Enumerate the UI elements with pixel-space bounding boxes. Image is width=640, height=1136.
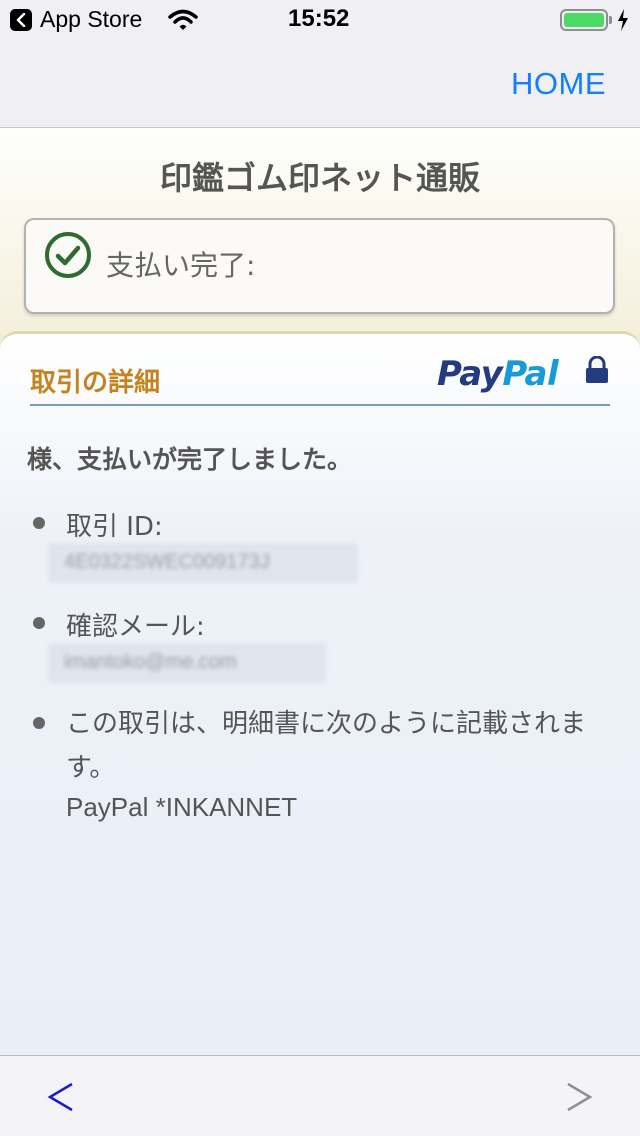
bullet-icon [33, 617, 45, 629]
back-app-label[interactable]: App Store [40, 6, 142, 33]
payment-status-text: 支払い完了: [106, 249, 256, 282]
forward-arrow-icon[interactable] [564, 1080, 594, 1118]
nav-bar: HOME [0, 40, 640, 128]
statement-descriptor: PayPal *INKANNET [66, 792, 298, 822]
back-arrow-icon[interactable] [46, 1080, 76, 1118]
content-area: 印鑑ゴム印ネット通販 支払い完了: 取引の詳細 PayPal 様、支払いが完了し… [0, 129, 640, 1055]
back-app-icon[interactable] [10, 9, 32, 31]
bottom-toolbar [0, 1055, 640, 1136]
transaction-details-panel: 取引の詳細 PayPal 様、支払いが完了しました。 取引 ID: 4E0322… [0, 331, 640, 1055]
details-heading: 取引の詳細 [30, 368, 161, 398]
wifi-icon [168, 9, 198, 35]
merchant-title: 印鑑ゴム印ネット通販 [159, 159, 480, 197]
clock: 15:52 [288, 5, 350, 32]
bullet-icon [33, 517, 45, 529]
check-circle-icon [44, 231, 92, 283]
transaction-id-label: 取引 ID: [66, 512, 163, 542]
bullet-icon [33, 717, 45, 729]
transaction-id-value: 4E0322SWEC009173J [48, 543, 358, 583]
heading-divider [30, 404, 610, 406]
email-label: 確認メール: [66, 612, 205, 642]
statement-note: この取引は、明細書に次のように記載されます。 [66, 709, 587, 783]
paypal-logo: PayPal [437, 354, 559, 394]
status-bar: App Store 15:52 [0, 0, 640, 40]
paypal-logo-pal: Pal [502, 354, 559, 394]
home-button[interactable]: HOME [511, 66, 606, 102]
completion-message: 様、支払いが完了しました。 [27, 445, 353, 474]
battery-icon [560, 9, 612, 31]
lock-icon [584, 355, 610, 388]
paypal-logo-pay: Pay [437, 354, 503, 394]
email-value: imantoko@me.com [48, 643, 326, 683]
charging-icon [616, 8, 630, 36]
payment-status-box: 支払い完了: [24, 218, 615, 314]
